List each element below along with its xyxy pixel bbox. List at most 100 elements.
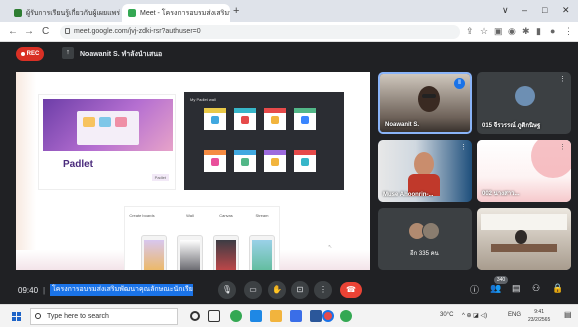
person-head: [418, 86, 440, 112]
card-header: [234, 108, 256, 113]
activities-button[interactable]: ⚇: [532, 283, 540, 294]
participant-tile[interactable]: ⋮ Muse Ahoonrin-...: [378, 140, 472, 202]
card-icon: [241, 158, 249, 166]
avatar: [422, 222, 440, 240]
tab-favicon-icon: [14, 9, 22, 17]
meet-favicon-icon: [128, 9, 136, 17]
people-button[interactable]: 👥: [490, 283, 501, 294]
forward-button[interactable]: →: [24, 26, 34, 37]
language-indicator[interactable]: ENG: [508, 312, 521, 318]
browser-tab-2[interactable]: Meet - โครงการอบรมส่งเสริมฯ ✕: [122, 4, 230, 22]
card-header: [204, 108, 226, 113]
new-tab-button[interactable]: +: [233, 5, 239, 17]
puzzle-icon[interactable]: ✱: [522, 26, 530, 37]
phone-screen: [180, 240, 200, 270]
tile-menu-icon[interactable]: ⋮: [559, 143, 566, 151]
bookmark-star-icon[interactable]: ☆: [480, 26, 488, 37]
meet-control-bar: 09:40 | โครงการอบรมส่งเสริมพัฒนาคุณลักษณ…: [0, 276, 578, 304]
slide-edge-left: [16, 72, 36, 270]
participant-tile[interactable]: ⦀ Noawanit S.: [378, 72, 472, 134]
close-window-button[interactable]: ✕: [562, 5, 570, 16]
board-card: [294, 150, 316, 172]
participant-tile[interactable]: ⋮ 015 จีรวรรณ์ ภูติกนิษฐ: [477, 72, 571, 134]
rec-dot-icon: [20, 52, 25, 56]
edge-icon[interactable]: [250, 310, 262, 322]
line-app-icon[interactable]: [340, 310, 352, 322]
tile-menu-icon[interactable]: ⋮: [559, 75, 566, 83]
speaking-indicator-icon: ⦀: [454, 78, 465, 89]
file-explorer-icon[interactable]: [270, 310, 282, 322]
meet-app-icon[interactable]: [322, 310, 334, 322]
table: [491, 244, 557, 252]
search-placeholder: Type here to search: [47, 313, 109, 320]
cortana-icon[interactable]: [190, 311, 200, 321]
board-card: [234, 150, 256, 172]
presenter-name: Noawanit S. ทำลังนำเสนอ: [80, 51, 163, 58]
participant-name: 002 นางสาว...: [482, 191, 520, 197]
phone-mockup: [213, 235, 239, 270]
padlet-phone-layouts: Create boards Wall Canvas Stream: [124, 206, 280, 270]
board-card: [234, 108, 256, 130]
share-icon[interactable]: ⇪: [466, 26, 474, 37]
camera-extension-icon[interactable]: ◉: [508, 26, 516, 37]
clock-time: 9:41: [534, 309, 544, 315]
tab-search-icon[interactable]: ∨: [502, 5, 509, 16]
phone-screen: [216, 240, 236, 270]
store-icon[interactable]: [290, 310, 302, 322]
glasses-icon: [422, 94, 436, 98]
phone-mockup: [177, 235, 203, 270]
url-input[interactable]: meet.google.com/jvj-zdki-rsr?authuser=0: [60, 25, 460, 39]
mouse-cursor-icon: ↖: [328, 244, 333, 250]
mail-icon[interactable]: [310, 310, 322, 322]
screen: ผู้รับการเรียนรู้เกี่ยวกับผู้เผยแพร่ ✕ M…: [0, 0, 578, 327]
others-tile[interactable]: อีก 335 คน: [378, 208, 472, 270]
padlet-note: [83, 117, 95, 127]
participant-tile[interactable]: ⋮ 002 นางสาว...: [477, 140, 571, 202]
windows-taskbar: Type here to search 30°C ^ ⊕ ◪ ◁) ENG 9:…: [0, 304, 578, 327]
system-tray-icons[interactable]: ^ ⊕ ◪ ◁): [462, 312, 487, 319]
browser-tab-1[interactable]: ผู้รับการเรียนรู้เกี่ยวกับผู้เผยแพร่ ✕: [8, 4, 120, 22]
meeting-title[interactable]: โครงการอบรมส่งเสริมพัฒนาคุณลักษณะนักเรีย…: [50, 284, 193, 296]
task-view-icon[interactable]: [208, 310, 220, 322]
phone-label: Stream: [255, 213, 269, 218]
maximize-button[interactable]: □: [542, 5, 547, 15]
camera-button[interactable]: ▭: [244, 281, 262, 299]
present-button[interactable]: ⊡: [291, 281, 309, 299]
taskbar-clock[interactable]: 9:41 23/2/2565: [528, 308, 550, 324]
padlet-note: [99, 117, 111, 127]
chat-button[interactable]: ▤: [512, 283, 521, 294]
person-head: [414, 152, 434, 176]
sidebar-icon[interactable]: ▮: [536, 26, 541, 37]
browser-menu-icon[interactable]: ⋮: [564, 26, 573, 37]
phone-mockup: [141, 235, 167, 270]
participant-tile[interactable]: [477, 208, 571, 270]
reload-button[interactable]: C: [42, 26, 49, 37]
taskbar-search-input[interactable]: Type here to search: [30, 308, 178, 325]
participant-name: Muse Ahoonrin-...: [383, 192, 434, 198]
notifications-icon[interactable]: ▤: [564, 310, 572, 319]
profile-icon[interactable]: ●: [550, 26, 555, 36]
extension-icon[interactable]: ▣: [494, 26, 503, 37]
card-header: [264, 108, 286, 113]
meeting-details-button[interactable]: ⓘ: [470, 283, 479, 296]
windows-start-icon[interactable]: [12, 312, 21, 321]
chrome-icon[interactable]: [230, 310, 242, 322]
weather-text[interactable]: 30°C: [440, 312, 453, 318]
microphone-button[interactable]: 🎙: [218, 281, 236, 299]
tab-title: ผู้รับการเรียนรู้เกี่ยวกับผู้เผยแพร่: [26, 9, 120, 17]
tile-menu-icon[interactable]: ⋮: [460, 143, 467, 151]
raise-hand-button[interactable]: ✋: [268, 281, 286, 299]
padlet-note: [115, 117, 127, 127]
host-controls-button[interactable]: 🔒: [552, 283, 563, 294]
clock-date: 23/2/2565: [528, 317, 551, 323]
phone-screen: [144, 240, 164, 270]
minimize-button[interactable]: –: [522, 5, 527, 15]
recording-badge: REC: [16, 47, 44, 61]
card-icon: [211, 158, 219, 166]
back-button[interactable]: ←: [8, 26, 18, 37]
phone-mockup: [249, 235, 275, 270]
end-call-button[interactable]: ☎: [340, 282, 362, 298]
board-card: [264, 108, 286, 130]
meet-top-bar: REC ↑ Noawanit S. ทำลังนำเสนอ: [0, 42, 578, 66]
more-options-button[interactable]: ⋮: [314, 281, 332, 299]
